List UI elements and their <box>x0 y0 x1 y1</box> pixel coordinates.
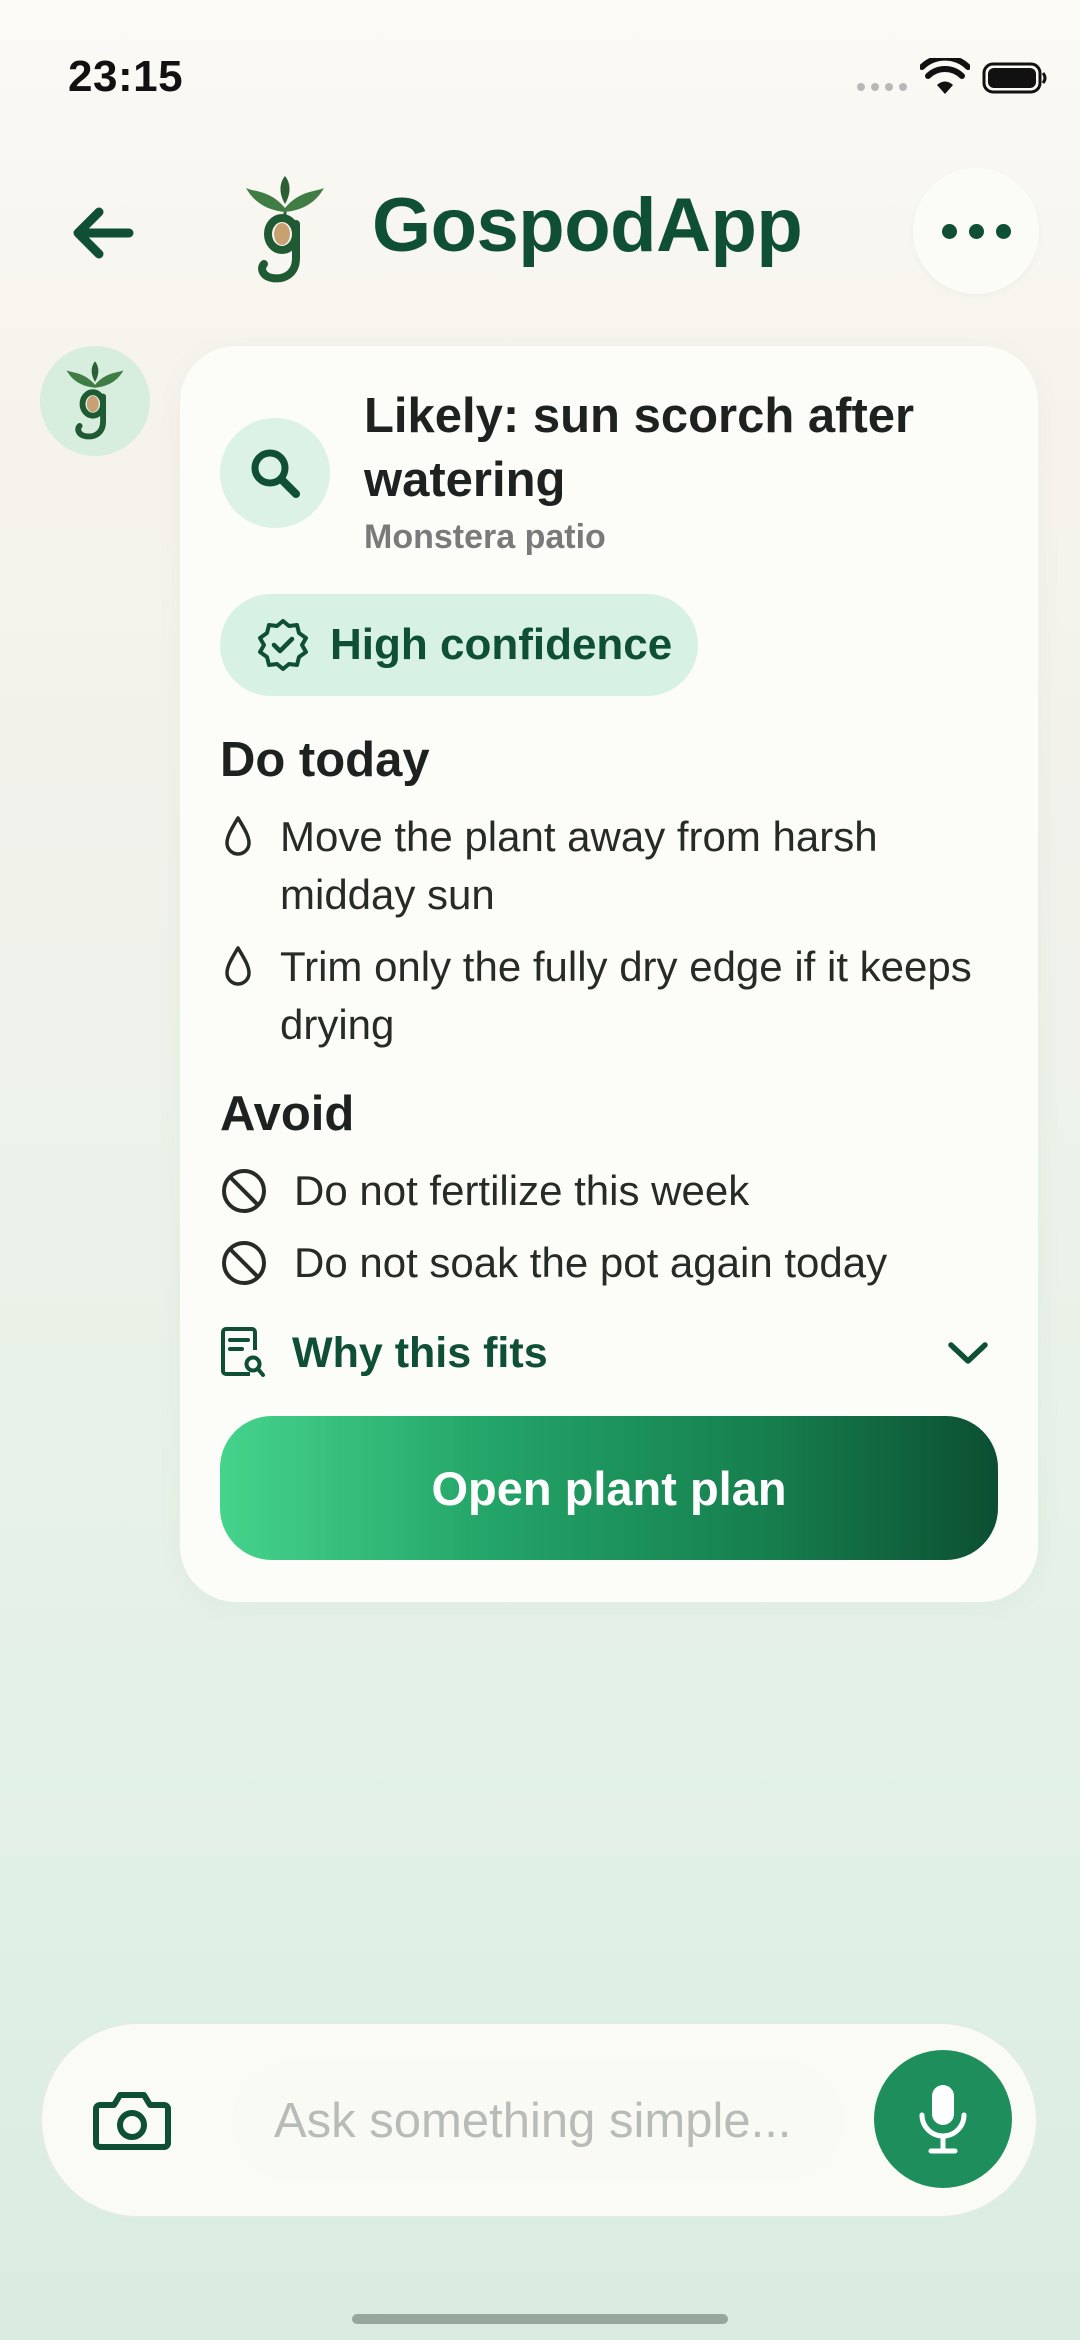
plant-name: Monstera patio <box>364 518 606 556</box>
droplet-icon <box>225 946 251 986</box>
open-plant-plan-label: Open plant plan <box>431 1461 787 1515</box>
app-header: GospodApp <box>0 160 1080 300</box>
microphone-icon <box>919 2085 967 2154</box>
app-title: GospodApp <box>372 183 803 268</box>
do-today-item: Trim only the fully dry edge if it keeps… <box>220 938 1000 1054</box>
diagnosis-card: Likely: sun scorch after watering Monste… <box>180 346 1038 1602</box>
ban-icon <box>222 1169 266 1213</box>
arrow-left-icon <box>73 207 134 259</box>
status-bar: 23:15 <box>0 0 1080 150</box>
document-search-icon <box>221 1327 265 1377</box>
more-horizontal-icon <box>941 223 957 239</box>
do-today-item-text: Trim only the fully dry edge if it keeps… <box>280 943 972 1048</box>
do-today-item-text: Move the plant away from harsh midday su… <box>280 813 878 918</box>
home-indicator <box>352 2314 728 2324</box>
camera-icon <box>93 2092 171 2150</box>
microphone-button[interactable] <box>874 2050 1012 2188</box>
camera-button[interactable] <box>88 2076 176 2164</box>
ask-input[interactable] <box>232 2060 844 2182</box>
why-this-fits-toggle[interactable]: Why this fits <box>220 1318 990 1388</box>
open-plant-plan-button[interactable]: Open plant plan <box>220 1416 998 1560</box>
avoid-item-text: Do not soak the pot again today <box>294 1239 888 1286</box>
status-time: 23:15 <box>68 52 184 101</box>
app-logo <box>246 176 324 283</box>
droplet-icon <box>225 816 251 856</box>
confidence-badge: High confidence <box>220 594 698 696</box>
ban-icon <box>222 1241 266 1285</box>
app-logo-icon <box>66 361 124 440</box>
diagnosis-title: Likely: sun scorch after watering <box>364 389 915 507</box>
back-button[interactable] <box>60 190 146 276</box>
assistant-avatar <box>40 346 150 456</box>
do-today-heading: Do today <box>220 733 430 787</box>
chevron-down-icon <box>948 1342 988 1364</box>
battery-icon <box>982 62 1047 94</box>
message-input-bar <box>40 2022 1038 2218</box>
avoid-heading: Avoid <box>220 1087 355 1141</box>
confidence-label: High confidence <box>330 620 673 669</box>
avoid-item-text: Do not fertilize this week <box>294 1167 750 1214</box>
avoid-item: Do not fertilize this week <box>220 1162 1000 1220</box>
why-this-fits-label: Why this fits <box>292 1328 548 1377</box>
more-options-button[interactable] <box>913 168 1039 294</box>
diagnosis-badge <box>220 418 330 528</box>
do-today-item: Move the plant away from harsh midday su… <box>220 808 1000 924</box>
avoid-item: Do not soak the pot again today <box>220 1234 1000 1292</box>
cellular-signal-icon <box>857 83 907 91</box>
verified-badge-icon <box>258 619 308 671</box>
wifi-icon <box>920 58 970 94</box>
search-icon <box>251 449 300 498</box>
